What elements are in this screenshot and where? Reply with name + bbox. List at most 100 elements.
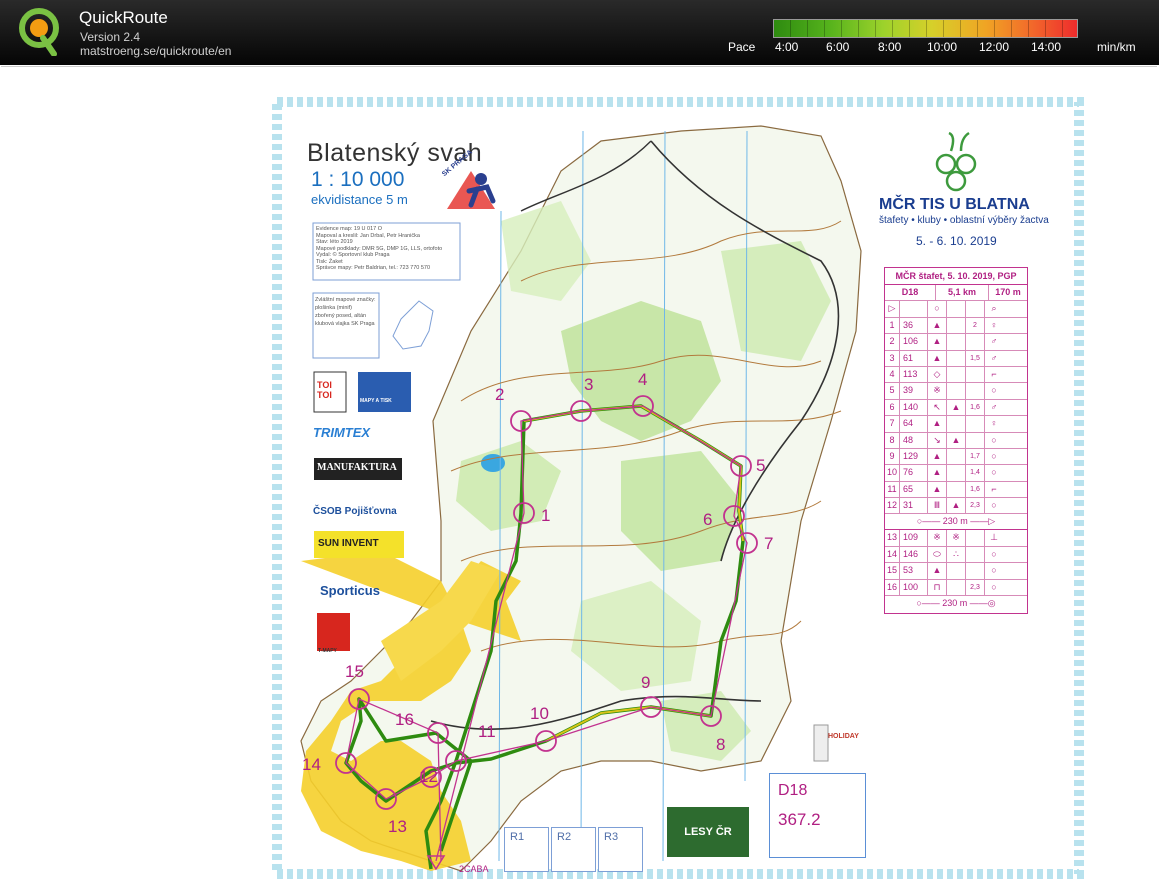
map-info-text: Evidence map: 19 U 017 O Mapoval a kresl…	[316, 226, 456, 272]
special-item: klubová vlajka SK Praga	[315, 321, 375, 327]
row-end: ⌐	[991, 368, 997, 379]
row-index: 12	[885, 498, 900, 514]
row-dist	[966, 563, 985, 579]
sponsor-sporticus: Sporticus	[320, 583, 380, 598]
row-dist	[966, 530, 985, 546]
sponsor-lesy: LESY ČR	[667, 807, 749, 857]
sponsor-manufaktura: MANUFAKTURA	[317, 462, 397, 473]
row-code: 39	[900, 383, 928, 399]
row-code: 113	[900, 366, 928, 383]
app-header: QuickRoute Version 2.4 matstroeng.se/qui…	[0, 0, 1159, 65]
sponsor-csob: ČSOB Pojišťovna	[313, 506, 397, 517]
row-end: ♂	[990, 336, 998, 347]
pace-label: Pace	[728, 40, 756, 54]
control-number: 11	[478, 722, 496, 741]
description-row: 12 31 Ⅲ ▲ 2,3 ○	[885, 498, 1027, 515]
row-code: 129	[900, 448, 928, 465]
special-item: plošinka (minif)	[315, 305, 352, 311]
row-code: 146	[900, 546, 928, 563]
pace-tick: 10:00	[927, 40, 958, 54]
pace-tick: 6:00	[826, 40, 850, 54]
control-number: 4	[638, 370, 648, 389]
tmapy-logo	[317, 613, 350, 651]
row-index: 14	[885, 546, 900, 563]
pace-color-scale	[773, 19, 1078, 38]
row-code: 106	[900, 334, 928, 350]
control-number: 6	[703, 510, 713, 529]
description-length: 5,1 km	[936, 285, 989, 301]
row-dist: 1,6	[966, 481, 985, 498]
sponsor-holiday: HOLIDAY	[828, 733, 859, 740]
stairs-icon: Ⅲ	[928, 498, 947, 514]
sponsor-tmapy: T-MAPY	[318, 648, 337, 654]
control-description-sheet: MČR štafet, 5. 10. 2019, PGP D18 5,1 km …	[884, 267, 1028, 614]
row-index: 15	[885, 563, 900, 579]
start-triangle-icon: ▷	[885, 301, 900, 317]
row-dist	[966, 432, 985, 448]
course-box: D18 367.2	[769, 773, 866, 858]
row-index: 3	[885, 350, 900, 366]
pace-tick: 8:00	[878, 40, 902, 54]
description-row: 10 76 ▲ 1,4 ○	[885, 465, 1027, 482]
row-code: 64	[900, 416, 928, 432]
row-end: ♂	[990, 352, 998, 363]
description-row: 1 36 ▲ 2 ♀	[885, 317, 1027, 335]
fence-icon: ⊓	[928, 579, 947, 596]
hill-icon: ▲	[947, 498, 966, 514]
row-index: 5	[885, 383, 900, 399]
special-symbols-text: Zvláštní mapové značky: plošinka (minif)…	[315, 296, 377, 328]
description-row: 4 113 ◇ ⌐	[885, 366, 1027, 384]
description-row: 2 106 ▲ ♂	[885, 334, 1027, 351]
row-code: 100	[900, 579, 928, 596]
hill-icon: ▲	[928, 334, 947, 350]
row-index: 2	[885, 334, 900, 350]
map-code: 2CABA	[459, 864, 489, 874]
row-end: ○	[991, 565, 997, 576]
row-code: 109	[900, 530, 928, 546]
row-code: 61	[900, 350, 928, 366]
sponsor-trimtex: TRIMTEX	[313, 425, 371, 440]
row-dist: 2,3	[966, 579, 985, 596]
control-number: 3	[584, 375, 594, 394]
control-number: 7	[764, 534, 774, 553]
row-code: 76	[900, 465, 928, 481]
row-end: ⌐	[991, 483, 997, 494]
row-index: 11	[885, 481, 900, 498]
sponsor-mapy: MAPY A TISK	[360, 398, 392, 404]
description-row: 8 48 ↘ ▲ ○	[885, 432, 1027, 449]
pace-unit: min/km	[1097, 40, 1136, 54]
event-dates: 5. - 6. 10. 2019	[916, 234, 997, 248]
row-dist	[966, 383, 985, 399]
description-row: 13 109 ※ ※ ⊥	[885, 530, 1027, 547]
control-number: 14	[302, 755, 321, 774]
row-end: ○	[991, 581, 997, 592]
row-code: 140	[900, 399, 928, 416]
row-index: 1	[885, 317, 900, 334]
row-dist: 1,6	[966, 399, 985, 416]
description-row: 5 39 ※ ○	[885, 383, 1027, 400]
map-scale: 1 : 10 000	[311, 168, 405, 191]
taped-distance: 230 m	[942, 516, 968, 527]
row-dist	[966, 366, 985, 383]
row-end: ○	[991, 500, 997, 511]
row-end: ○	[991, 450, 997, 461]
row-end: ○	[991, 385, 997, 396]
description-row: 16 100 ⊓ 2,3 ○	[885, 579, 1027, 597]
event-title: MČR TIS U BLATNA	[879, 196, 1030, 213]
taped-route-1: ○—— 230 m ——▷	[885, 514, 1027, 531]
sponsor-sun: SUN INVENT	[318, 538, 379, 549]
hill-icon: ▲	[947, 399, 966, 416]
app-title: QuickRoute	[79, 8, 168, 27]
dots-icon: ∴	[947, 546, 966, 563]
description-row: 6 140 ↖ ▲ 1,6 ♂	[885, 399, 1027, 417]
row-end: ⊥	[990, 532, 998, 543]
row-dist: 1,4	[966, 465, 985, 481]
holiday-sign	[813, 724, 829, 762]
description-header: MČR štafet, 5. 10. 2019, PGP	[885, 268, 1027, 285]
relay-box: R3	[598, 827, 643, 872]
special-title: Zvláštní mapové značky:	[315, 297, 376, 303]
row-dist: 2,3	[966, 498, 985, 514]
control-number: 15	[345, 662, 364, 681]
row-dist	[966, 334, 985, 350]
quickroute-logo-icon	[19, 8, 59, 56]
